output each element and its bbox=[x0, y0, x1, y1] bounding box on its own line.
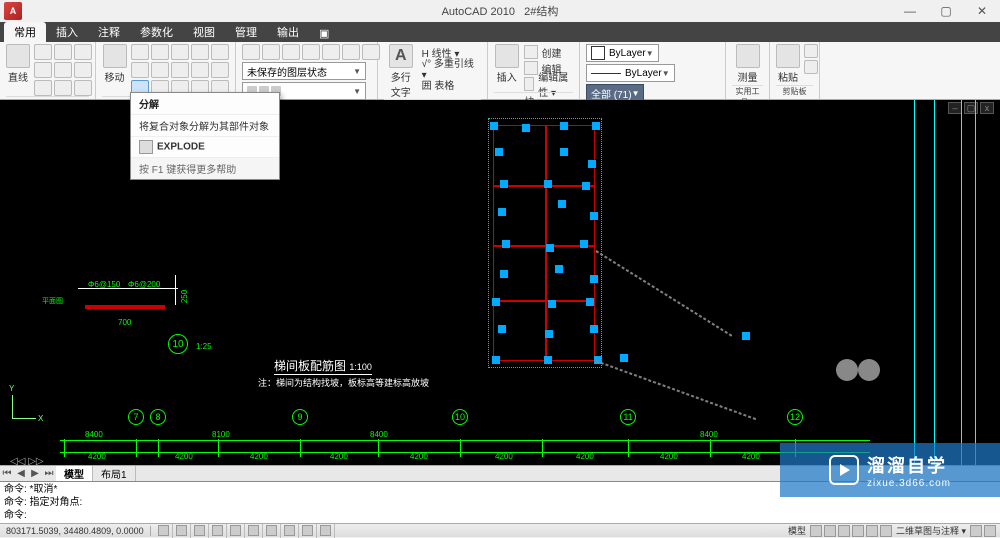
tab-nav-prev-icon[interactable]: ◀ bbox=[14, 468, 28, 479]
polar-toggle[interactable] bbox=[209, 524, 227, 538]
ucs-icon: X Y bbox=[12, 389, 42, 419]
vp-min-icon[interactable]: – bbox=[948, 102, 962, 114]
grid-toggle[interactable] bbox=[173, 524, 191, 538]
edit-attr-button[interactable]: 编辑属性 ▾ bbox=[524, 76, 573, 92]
drawing-title: 梯间板配筋图 1:100 bbox=[274, 357, 372, 375]
ribbon-tabs: 常用 插入 注释 参数化 视图 管理 输出 ▣ bbox=[0, 22, 1000, 42]
axis-bubble-9: 9 bbox=[292, 409, 308, 425]
minimize-button[interactable]: — bbox=[892, 0, 928, 22]
table-button[interactable]: 囲 表格 bbox=[422, 76, 481, 92]
dyn-toggle[interactable] bbox=[281, 524, 299, 538]
model-space-button[interactable]: 模型 bbox=[786, 524, 808, 537]
status-bar: 803171.5039, 34480.4809, 0.0000 模型 二维草图与… bbox=[0, 523, 1000, 537]
window-title: AutoCAD 2010 2#结构 bbox=[442, 3, 559, 19]
app-menu-icon[interactable]: A bbox=[4, 2, 22, 20]
ducs-toggle[interactable] bbox=[263, 524, 281, 538]
status-icon[interactable] bbox=[810, 525, 822, 537]
paste-icon bbox=[776, 44, 800, 68]
watermark: 溜溜自学 zixue.3d66.com bbox=[780, 443, 1000, 497]
color-dropdown[interactable]: ByLayer▼ bbox=[586, 44, 659, 62]
otrack-toggle[interactable] bbox=[245, 524, 263, 538]
maximize-button[interactable]: ▢ bbox=[928, 0, 964, 22]
coords-display[interactable]: 803171.5039, 34480.4809, 0.0000 bbox=[0, 526, 151, 536]
panel-utilities: 测量 实用工具 ▾ bbox=[726, 42, 770, 99]
create-block-button[interactable]: 创建 bbox=[524, 44, 573, 60]
move-icon bbox=[103, 44, 127, 68]
panel-annotation: A 多行 文字 H 线性 ▾ √° 多重引线 ▾ 囲 表格 注释 ▾ bbox=[378, 42, 488, 99]
titlebar: A AutoCAD 2010 2#结构 — ▢ ✕ bbox=[0, 0, 1000, 22]
explode-tooltip: 分解 将复合对象分解为其部件对象 EXPLODE 按 F1 键获得更多帮助 bbox=[130, 92, 280, 180]
qp-toggle[interactable] bbox=[317, 524, 335, 538]
line-button[interactable]: 直线 bbox=[6, 44, 30, 84]
model-tab[interactable]: 模型 bbox=[56, 466, 93, 481]
play-icon bbox=[829, 455, 859, 485]
tab-view[interactable]: 视图 bbox=[183, 22, 225, 42]
move-button[interactable]: 移动 bbox=[102, 44, 127, 84]
detail-callout-circle: 10 bbox=[168, 334, 188, 354]
axis-bubble-7: 7 bbox=[128, 409, 144, 425]
mtext-button[interactable]: A 多行 文字 bbox=[384, 44, 418, 99]
osnap-toggle[interactable] bbox=[227, 524, 245, 538]
annoscale-icon[interactable] bbox=[880, 525, 892, 537]
panel-clipboard: 粘贴 剪贴板 bbox=[770, 42, 820, 99]
draw-tool-icon[interactable] bbox=[34, 44, 52, 60]
tab-nav-last-icon[interactable]: ⏭ bbox=[42, 468, 56, 479]
paste-button[interactable]: 粘贴 bbox=[776, 44, 800, 84]
panel-layers: 未保存的图层状态▼ ▼ 图层 ▾ bbox=[236, 42, 378, 99]
mleader-button[interactable]: √° 多重引线 ▾ bbox=[422, 60, 481, 76]
axis-baseline bbox=[60, 440, 870, 441]
insert-block-icon bbox=[495, 44, 519, 68]
measure-icon bbox=[736, 44, 760, 68]
close-button[interactable]: ✕ bbox=[964, 0, 1000, 22]
axis-bubble-10: 10 bbox=[452, 409, 468, 425]
explode-cmd-icon bbox=[139, 140, 153, 154]
lwt-toggle[interactable] bbox=[299, 524, 317, 538]
tab-nav-first-icon[interactable]: ⏮ bbox=[0, 468, 14, 479]
layer-state-dropdown[interactable]: 未保存的图层状态▼ bbox=[242, 62, 366, 80]
tab-annotate[interactable]: 注释 bbox=[88, 22, 130, 42]
tab-nav-next-icon[interactable]: ▶ bbox=[28, 468, 42, 479]
tab-manage[interactable]: 管理 bbox=[225, 22, 267, 42]
share-icon[interactable]: ▣ bbox=[313, 25, 335, 42]
tab-output[interactable]: 输出 bbox=[267, 22, 309, 42]
line-icon bbox=[6, 44, 30, 68]
tab-insert[interactable]: 插入 bbox=[46, 22, 88, 42]
tab-parametric[interactable]: 参数化 bbox=[130, 22, 183, 42]
panel-block: 插入 创建 编辑 编辑属性 ▾ 块 ▾ bbox=[488, 42, 580, 99]
linetype-dropdown[interactable]: ByLayer▼ bbox=[586, 64, 675, 82]
mtext-icon: A bbox=[389, 44, 413, 68]
layout1-tab[interactable]: 布局1 bbox=[93, 466, 136, 481]
workspace-switch[interactable]: 二维草图与注释 ▾ bbox=[894, 524, 968, 537]
tab-home[interactable]: 常用 bbox=[4, 22, 46, 42]
panel-draw: 直线 绘图 ▾ bbox=[0, 42, 96, 99]
measure-button[interactable]: 测量 bbox=[732, 44, 763, 84]
axis-bubble-12: 12 bbox=[787, 409, 803, 425]
axis-bubble-11: 11 bbox=[620, 409, 636, 425]
vp-close-icon[interactable]: x bbox=[980, 102, 994, 114]
drawing-subtitle: 注：梯间为结构找坡，板标高等建标高放坡 bbox=[258, 376, 429, 389]
panel-properties: ByLayer▼ ByLayer▼ 全部 (71)▼ 特性 ▾ bbox=[580, 42, 726, 99]
axis-bubble-8: 8 bbox=[150, 409, 166, 425]
panel-modify: 移动 修改 bbox=[96, 42, 236, 99]
ortho-toggle[interactable] bbox=[191, 524, 209, 538]
insert-block-button[interactable]: 插入 bbox=[494, 44, 520, 84]
revision-cloud bbox=[836, 359, 880, 381]
snap-toggle[interactable] bbox=[155, 524, 173, 538]
